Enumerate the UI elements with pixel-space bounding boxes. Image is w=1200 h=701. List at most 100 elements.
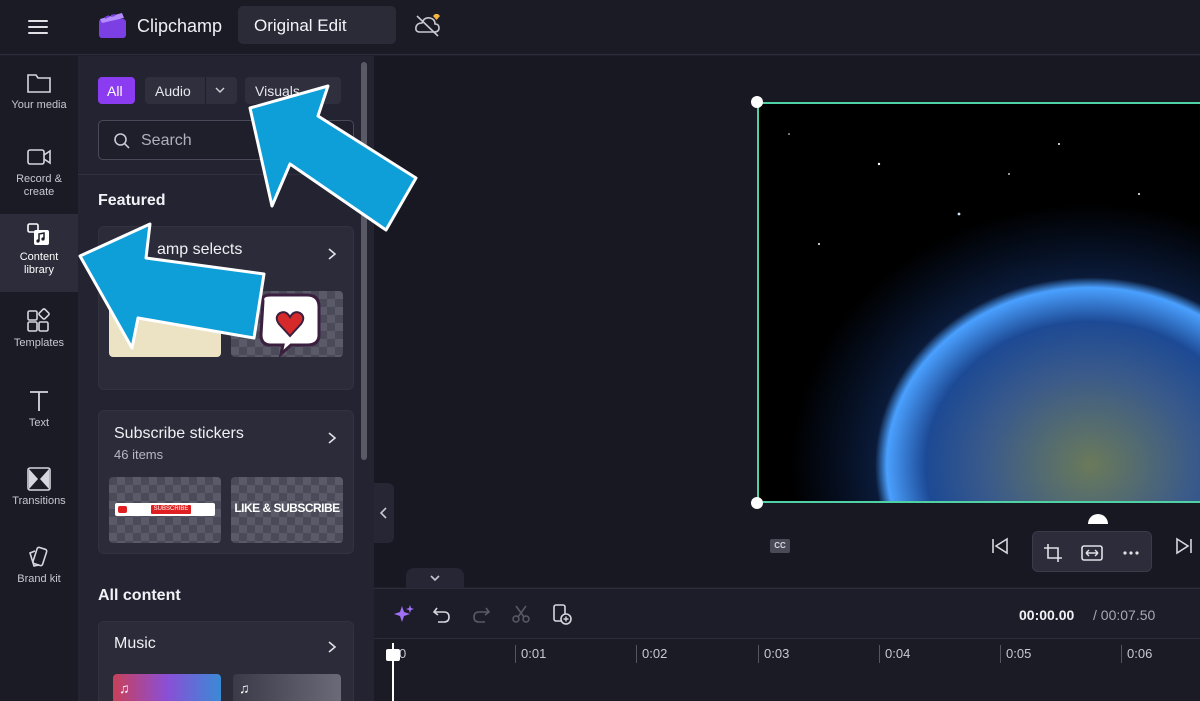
ruler-tick: 0:05 xyxy=(1000,645,1031,663)
sidebar-item-templates[interactable]: Templates xyxy=(0,308,78,368)
skip-forward-icon[interactable] xyxy=(1174,536,1194,556)
crop-icon[interactable] xyxy=(1043,543,1063,563)
sidebar-item-label: Content library xyxy=(19,251,59,276)
chevron-down-icon xyxy=(430,575,440,582)
transitions-icon xyxy=(27,467,51,491)
card-subscribe-stickers[interactable]: Subscribe stickers 46 items SUBSCRIBE LI… xyxy=(98,410,354,554)
youtube-icon xyxy=(118,506,127,513)
featured-title: Featured xyxy=(98,192,166,209)
subscribe-label: SUBSCRIBE xyxy=(151,505,191,514)
ruler-tick: 0:04 xyxy=(879,645,910,663)
folder-icon xyxy=(27,74,51,93)
sidebar-item-your-media[interactable]: Your media xyxy=(0,70,78,130)
fit-icon[interactable] xyxy=(1081,543,1103,563)
scissors-icon[interactable] xyxy=(511,604,531,624)
add-to-timeline-icon[interactable] xyxy=(551,603,573,625)
skip-back-icon[interactable] xyxy=(990,536,1010,556)
music-note-icon: ♫ xyxy=(119,680,130,696)
rotate-handle[interactable] xyxy=(1088,514,1108,524)
collapse-timeline-button[interactable] xyxy=(406,568,464,588)
collapse-panel-button[interactable] xyxy=(374,483,394,543)
thumbnail-image[interactable] xyxy=(109,291,221,357)
preview-area: CC xyxy=(374,56,1200,587)
like-subscribe-text: LIKE & SUBSCRIBE xyxy=(234,501,340,515)
app-name: Clipchamp xyxy=(137,16,223,36)
hamburger-menu-icon[interactable] xyxy=(26,15,52,39)
cloud-off-icon[interactable] xyxy=(414,12,444,38)
all-content-title: All content xyxy=(98,587,181,604)
divider xyxy=(78,174,374,175)
music-note-icon: ♫ xyxy=(239,680,250,696)
search-icon xyxy=(114,133,130,149)
filter-all-chip[interactable]: All xyxy=(98,77,135,104)
undo-icon[interactable] xyxy=(432,604,452,624)
search-input[interactable]: Search xyxy=(98,120,354,160)
sidebar-item-record-create[interactable]: Record & create xyxy=(0,144,78,210)
timeline-toolbar: 00:00.00 / 00:07.50 xyxy=(374,588,1200,638)
chevron-right-icon xyxy=(328,248,337,260)
brand-kit-icon xyxy=(29,546,48,567)
current-time: 00:00.00 xyxy=(1019,607,1075,623)
chevron-right-icon xyxy=(328,641,337,653)
playhead[interactable] xyxy=(386,643,400,701)
chevron-left-icon xyxy=(379,507,387,519)
subscribe-sticker-thumbnail[interactable]: SUBSCRIBE xyxy=(109,477,221,543)
top-bar: Clipchamp Original Edit xyxy=(0,0,1200,55)
music-thumbnail[interactable]: ♫ xyxy=(233,674,341,701)
sidebar-item-content-library[interactable]: Content library xyxy=(0,214,78,292)
project-title[interactable]: Original Edit xyxy=(238,6,396,44)
sidebar-item-label: Text xyxy=(28,417,50,429)
sidebar-item-label: Your media xyxy=(11,99,67,111)
card-music[interactable]: Music ♫ ♫ xyxy=(98,621,354,701)
sidebar-item-label: Templates xyxy=(13,337,65,349)
templates-icon xyxy=(27,308,50,332)
subscribe-bar: SUBSCRIBE xyxy=(115,503,215,516)
sidebar-item-transitions[interactable]: Transitions xyxy=(0,466,78,526)
sidebar-item-label: Transitions xyxy=(12,495,66,507)
ruler-tick: 0:02 xyxy=(636,645,667,663)
video-preview-earth[interactable] xyxy=(757,102,1200,503)
content-library-icon xyxy=(27,223,49,245)
text-icon xyxy=(30,391,48,411)
floating-toolbar xyxy=(1032,531,1152,572)
resize-handle[interactable] xyxy=(751,96,763,108)
music-thumbnail[interactable]: ♫ xyxy=(113,674,221,701)
resize-handle[interactable] xyxy=(751,497,763,509)
card-title: Subscribe stickers xyxy=(114,425,244,442)
ruler-tick: 0:03 xyxy=(758,645,789,663)
filter-visuals-chip[interactable]: Visuals xyxy=(245,77,341,104)
card-clipchamp-selects[interactable]: amp selects xyxy=(98,226,354,390)
sidebar-rail: Your media Record & create Content libra… xyxy=(0,56,78,701)
earth-image xyxy=(759,104,1200,501)
redo-icon[interactable] xyxy=(471,604,491,624)
clipchamp-app: Clipchamp Original Edit Your media Recor… xyxy=(0,0,1200,701)
ruler-tick: 0:01 xyxy=(515,645,546,663)
magic-sparkle-icon[interactable] xyxy=(394,604,414,624)
total-time: / 00:07.50 xyxy=(1093,607,1156,623)
card-subtitle: 46 items xyxy=(114,447,164,462)
search-placeholder: Search xyxy=(141,132,192,149)
panel-scrollbar[interactable] xyxy=(361,62,367,460)
ruler-tick: 0:06 xyxy=(1121,645,1152,663)
filter-audio-label: Audio xyxy=(155,83,191,99)
chevron-right-icon xyxy=(328,432,337,444)
sidebar-item-text[interactable]: Text xyxy=(0,388,78,448)
timeline-ruler[interactable]: 0 0:01 0:02 0:03 0:04 0:05 0:06 xyxy=(374,638,1200,701)
heart-sticker-thumbnail[interactable] xyxy=(231,291,343,357)
content-library-panel: All Audio Visuals Search Featured amp se… xyxy=(78,56,374,701)
sidebar-item-label: Brand kit xyxy=(17,573,61,585)
sidebar-item-label: Record & create xyxy=(16,173,62,198)
playhead-handle[interactable] xyxy=(386,649,400,661)
more-options-icon[interactable] xyxy=(1121,543,1141,563)
chevron-down-icon[interactable] xyxy=(215,86,225,94)
filter-visuals-label: Visuals xyxy=(255,83,300,99)
heart-icon xyxy=(259,293,321,357)
card-title: Music xyxy=(114,635,156,652)
card-title: amp selects xyxy=(157,241,243,258)
sidebar-item-brand-kit[interactable]: Brand kit xyxy=(0,544,78,604)
captions-button[interactable]: CC xyxy=(770,539,790,553)
like-subscribe-thumbnail[interactable]: LIKE & SUBSCRIBE xyxy=(231,477,343,543)
filter-audio-chip[interactable]: Audio xyxy=(145,77,237,104)
video-camera-icon xyxy=(27,149,51,165)
clipchamp-logo-icon xyxy=(99,13,126,38)
